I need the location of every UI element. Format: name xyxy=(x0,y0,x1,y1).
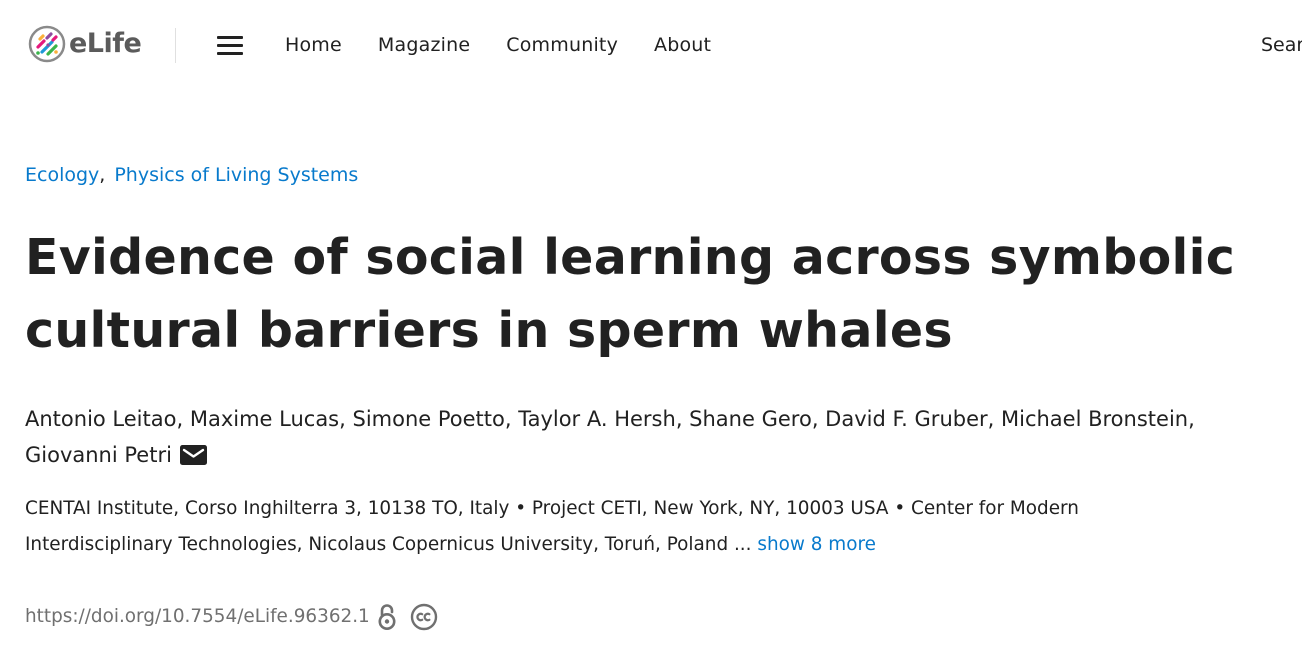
nav-community[interactable]: Community xyxy=(506,30,618,60)
open-access-icon xyxy=(378,604,396,630)
author-separator: , xyxy=(339,407,353,431)
author-separator: , xyxy=(811,407,826,431)
nav-about[interactable]: About xyxy=(654,30,711,60)
author-separator: , xyxy=(504,407,519,431)
doi-link[interactable]: https://doi.org/10.7554/eLife.96362.1 xyxy=(25,600,370,634)
author-list: Antonio Leitao, Maxime Lucas, Simone Poe… xyxy=(25,401,1295,473)
doi-row: https://doi.org/10.7554/eLife.96362.1 xyxy=(25,600,438,634)
author-name[interactable]: Taylor A. Hersh xyxy=(518,407,676,431)
author-separator: , xyxy=(675,407,690,431)
creative-commons-icon[interactable] xyxy=(410,603,438,631)
author-separator: , xyxy=(1188,407,1195,431)
author-name[interactable]: David F. Gruber xyxy=(825,407,987,431)
show-more-affiliations-link[interactable]: show 8 more xyxy=(757,534,876,555)
author-separator: , xyxy=(176,407,190,431)
header-divider xyxy=(175,28,176,63)
elife-logo-icon xyxy=(28,25,66,63)
affiliations-text: CENTAI Institute, Corso Inghilterra 3, 1… xyxy=(25,498,1079,555)
subject-link-physics-of-living-systems[interactable]: Physics of Living Systems xyxy=(114,164,358,186)
author-name[interactable]: Maxime Lucas xyxy=(190,407,339,431)
site-header: eLife Home Magazine Community About Sear… xyxy=(0,0,1302,90)
subject-link-ecology[interactable]: Ecology xyxy=(25,164,99,186)
mail-icon[interactable] xyxy=(179,445,207,465)
subject-list: Ecology, Physics of Living Systems xyxy=(25,160,358,190)
author-name[interactable]: Shane Gero xyxy=(689,407,812,431)
hamburger-menu-icon-bar xyxy=(217,35,243,39)
menu-button[interactable] xyxy=(214,31,246,59)
author-name[interactable]: Antonio Leitao xyxy=(25,407,176,431)
nav-magazine[interactable]: Magazine xyxy=(378,30,470,60)
subject-separator: , xyxy=(99,164,106,186)
nav-home[interactable]: Home xyxy=(285,30,342,60)
main-nav: Home Magazine Community About xyxy=(285,30,711,60)
hamburger-menu-icon-bar xyxy=(217,43,243,47)
hamburger-menu-icon-bar xyxy=(217,51,243,55)
logo-text: eLife xyxy=(69,28,142,59)
article-title-line: cultural barriers in sperm whales xyxy=(25,302,953,359)
author-separator: , xyxy=(987,407,1001,431)
author-name[interactable]: Michael Bronstein xyxy=(1001,407,1188,431)
author-name-corresponding[interactable]: Giovanni Petri xyxy=(25,443,172,467)
author-name[interactable]: Simone Poetto xyxy=(352,407,504,431)
affiliation-list: CENTAI Institute, Corso Inghilterra 3, 1… xyxy=(25,491,1225,563)
search-link[interactable]: Search xyxy=(1261,30,1302,60)
elife-logo[interactable]: eLife xyxy=(28,25,142,63)
article-title: Evidence of social learning across symbo… xyxy=(25,221,1265,367)
article-title-line: Evidence of social learning across symbo… xyxy=(25,229,1236,286)
